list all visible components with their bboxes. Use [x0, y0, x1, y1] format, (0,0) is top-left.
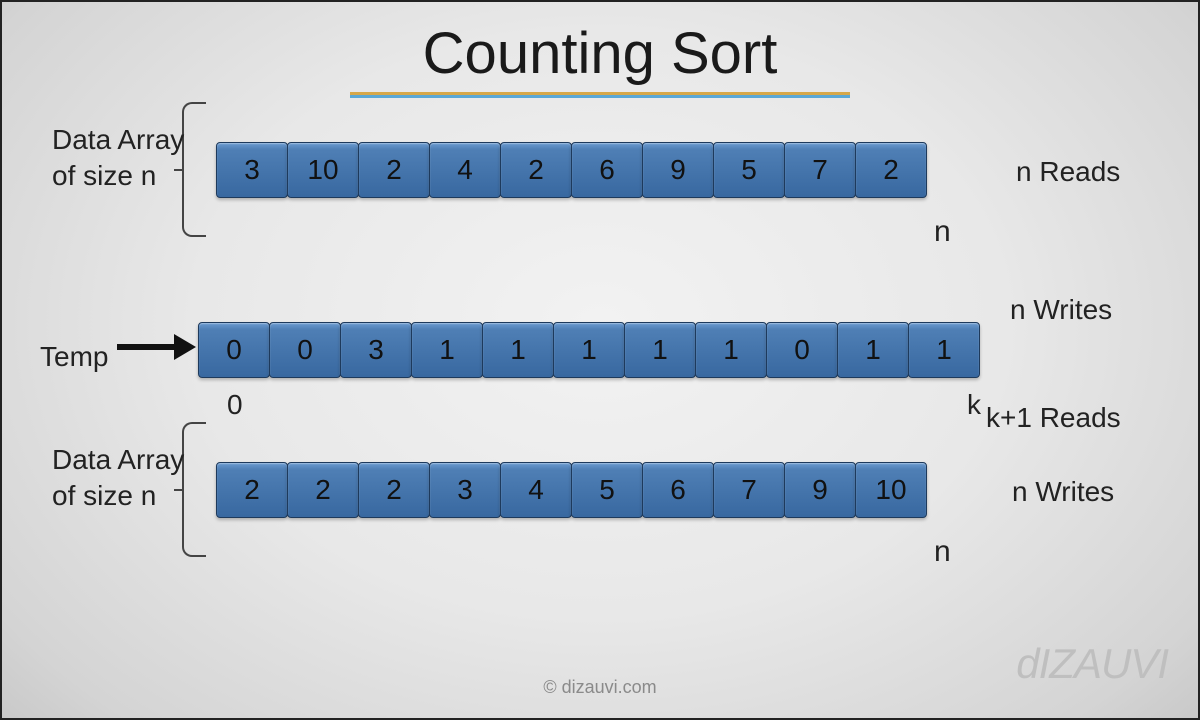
- row2-index-end: k: [967, 387, 981, 423]
- array-cell: 3: [216, 142, 288, 198]
- array-cell: 4: [500, 462, 572, 518]
- array-cell: 10: [855, 462, 927, 518]
- array-cell: 5: [571, 462, 643, 518]
- array-cell: 2: [216, 462, 288, 518]
- array-cell: 2: [287, 462, 359, 518]
- data-array-input: 31024269572: [217, 142, 927, 198]
- logo: dIZAUVI: [1016, 640, 1168, 688]
- array-cell: 6: [571, 142, 643, 198]
- array-cell: 1: [837, 322, 909, 378]
- array-cell: 7: [784, 142, 856, 198]
- row3-label-left: Data Array of size n: [52, 442, 192, 515]
- data-array-output: 22234567910: [217, 462, 927, 518]
- array-cell: 2: [500, 142, 572, 198]
- array-cell: 3: [340, 322, 412, 378]
- credit-text: © dizauvi.com: [543, 677, 656, 698]
- array-cell: 1: [624, 322, 696, 378]
- array-cell: 1: [553, 322, 625, 378]
- array-cell: 6: [642, 462, 714, 518]
- array-cell: 0: [766, 322, 838, 378]
- temp-array: 00311111011: [199, 322, 980, 378]
- array-cell: 9: [642, 142, 714, 198]
- row2-index-start: 0: [227, 387, 243, 423]
- array-cell: 0: [269, 322, 341, 378]
- array-cell: 2: [855, 142, 927, 198]
- row1-index-n: n: [934, 212, 951, 251]
- array-cell: 1: [908, 322, 980, 378]
- array-cell: 1: [695, 322, 767, 378]
- array-cell: 3: [429, 462, 501, 518]
- array-cell: 1: [411, 322, 483, 378]
- row3-label-right: n Writes: [1012, 474, 1114, 510]
- row3-index-n: n: [934, 532, 951, 571]
- array-cell: 10: [287, 142, 359, 198]
- row2-label-reads: k+1 Reads: [986, 400, 1121, 436]
- arrow-icon: [117, 344, 179, 350]
- row2-label-writes: n Writes: [1010, 292, 1112, 328]
- array-cell: 0: [198, 322, 270, 378]
- array-cell: 5: [713, 142, 785, 198]
- array-cell: 9: [784, 462, 856, 518]
- array-cell: 1: [482, 322, 554, 378]
- array-cell: 7: [713, 462, 785, 518]
- page-title: Counting Sort: [423, 20, 778, 87]
- row1-label-right: n Reads: [1016, 154, 1120, 190]
- row1-label-left: Data Array of size n: [52, 122, 192, 195]
- array-cell: 2: [358, 142, 430, 198]
- array-cell: 4: [429, 142, 501, 198]
- title-underline: [350, 92, 850, 98]
- row2-label-temp: Temp: [40, 339, 108, 375]
- array-cell: 2: [358, 462, 430, 518]
